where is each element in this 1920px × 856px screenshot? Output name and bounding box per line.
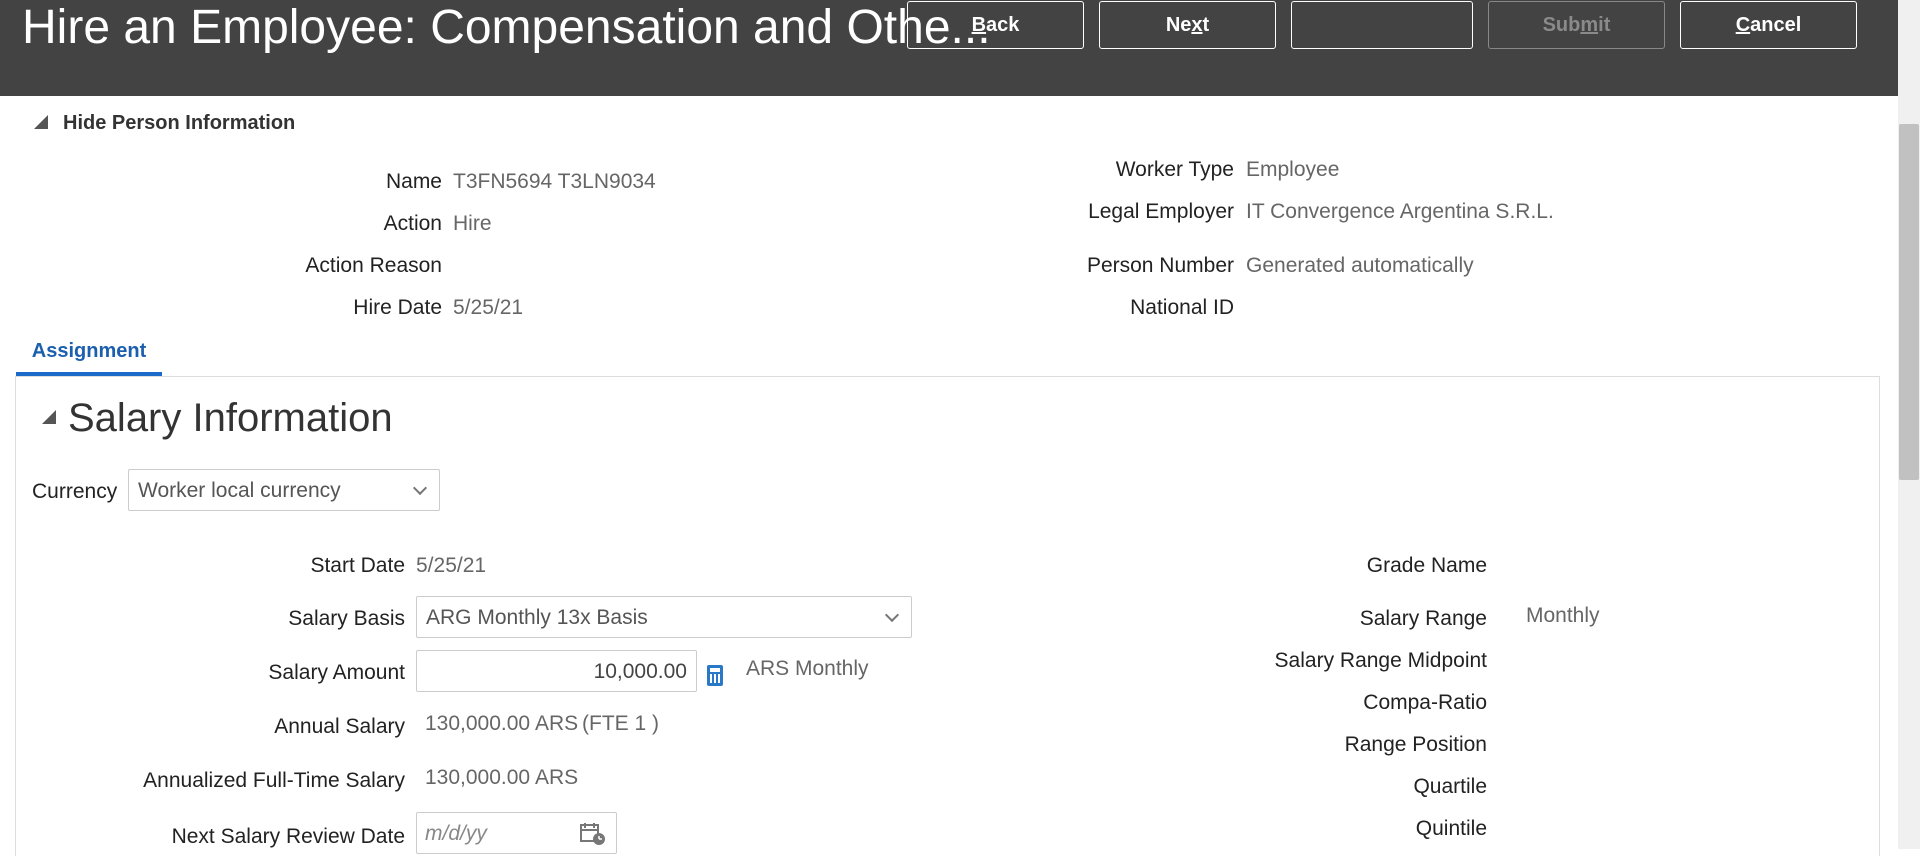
collapse-triangle-icon[interactable]	[34, 115, 48, 129]
salary-amount-frequency: Monthly	[795, 657, 869, 680]
hire-date-label: Hire Date	[353, 296, 442, 319]
salary-range-midpoint-label: Salary Range Midpoint	[1274, 649, 1487, 672]
scrollbar-thumb[interactable]	[1899, 124, 1919, 480]
quartile-label: Quartile	[1413, 775, 1487, 798]
action-value: Hire	[453, 212, 492, 235]
back-button[interactable]: Back	[907, 1, 1084, 49]
calendar-icon[interactable]	[580, 822, 606, 846]
cancel-button[interactable]: Cancel	[1680, 1, 1857, 49]
annual-salary-label: Annual Salary	[274, 715, 405, 738]
national-id-label: National ID	[1130, 296, 1234, 319]
salary-amount-input-value: 10,000.00	[593, 660, 687, 683]
worker-type-value: Employee	[1246, 158, 1340, 181]
salary-basis-label: Salary Basis	[288, 607, 405, 630]
salary-basis-select-value: ARG Monthly 13x Basis	[426, 606, 648, 629]
date-placeholder: m/d/yy	[425, 822, 487, 845]
annual-salary-fte: (FTE 1 )	[582, 712, 659, 735]
submit-button: Submit	[1488, 1, 1665, 49]
salary-range-label: Salary Range	[1359, 607, 1487, 630]
compa-ratio-label: Compa-Ratio	[1363, 691, 1487, 714]
currency-select-value: Worker local currency	[138, 479, 341, 502]
salary-amount-label: Salary Amount	[268, 661, 405, 684]
currency-select[interactable]: Worker local currency	[128, 469, 440, 511]
salary-range-value: Monthly	[1526, 604, 1600, 627]
next-button[interactable]: Next	[1099, 1, 1276, 49]
annualized-fulltime-salary-value: 130,000.00	[425, 766, 531, 789]
blank-button[interactable]	[1291, 1, 1473, 49]
person-number-label: Person Number	[1086, 254, 1234, 277]
annual-salary-value: 130,000.00	[425, 712, 531, 735]
quintile-label: Quintile	[1415, 817, 1487, 840]
salary-amount-input[interactable]: 10,000.00	[416, 650, 697, 692]
grade-name-label: Grade Name	[1366, 554, 1487, 577]
action-label: Action	[383, 212, 442, 235]
start-date-value: 5/25/21	[416, 554, 487, 577]
salary-information-title: Salary Information	[68, 396, 393, 440]
salary-amount-currency: ARS	[746, 657, 790, 680]
collapse-triangle-icon[interactable]	[42, 410, 56, 424]
salary-basis-select[interactable]: ARG Monthly 13x Basis	[416, 596, 912, 638]
range-position-label: Range Position	[1344, 733, 1487, 756]
worker-type-label: Worker Type	[1115, 158, 1234, 181]
name-label: Name	[385, 170, 442, 193]
currency-label: Currency	[32, 480, 118, 503]
legal-employer-value: IT Convergence Argentina S.R.L.	[1246, 200, 1554, 223]
chevron-down-icon	[884, 607, 900, 623]
person-number-value: Generated automatically	[1246, 254, 1474, 277]
start-date-label: Start Date	[310, 554, 405, 577]
next-salary-review-date-label: Next Salary Review Date	[171, 825, 405, 848]
calculator-icon[interactable]	[707, 665, 723, 686]
hire-date-value: 5/25/21	[453, 296, 524, 319]
legal-employer-label: Legal Employer	[1088, 200, 1234, 223]
annualized-fulltime-salary-currency: ARS	[535, 766, 579, 789]
annual-salary-currency: ARS	[535, 712, 579, 735]
action-reason-label: Action Reason	[305, 254, 442, 277]
page-title: Hire an Employee: Compensation and Othe.…	[22, 1, 991, 54]
tab-assignment[interactable]: Assignment	[16, 334, 162, 376]
annualized-fulltime-salary-label: Annualized Full-Time Salary	[143, 769, 405, 792]
name-value: T3FN5694 T3LN9034	[453, 170, 656, 193]
hide-person-information-link[interactable]: Hide Person Information	[63, 112, 295, 135]
chevron-down-icon	[412, 480, 428, 496]
